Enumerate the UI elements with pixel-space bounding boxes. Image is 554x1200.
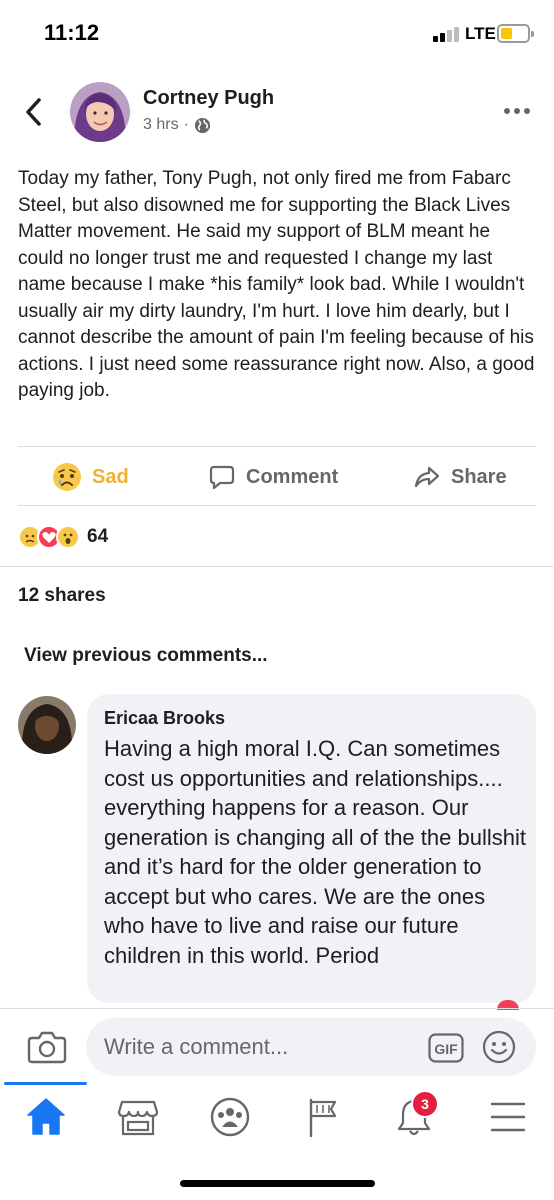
share-icon — [414, 466, 440, 488]
sad-label: Sad — [92, 465, 129, 488]
commenter-avatar[interactable] — [18, 696, 76, 754]
nav-menu[interactable] — [483, 1094, 533, 1140]
post-meta: 3 hrs · — [143, 116, 211, 134]
nav-marketplace[interactable] — [113, 1094, 163, 1140]
network-type: LTE — [465, 24, 496, 43]
reaction-count: 64 — [87, 526, 109, 547]
comment-input[interactable] — [104, 1018, 404, 1076]
menu-icon — [490, 1102, 526, 1132]
share-label: Share — [451, 465, 507, 488]
gif-button[interactable]: GIF — [428, 1033, 464, 1063]
comment-composer[interactable]: GIF — [86, 1018, 536, 1076]
post-body: Today my father, Tony Pugh, not only fir… — [18, 168, 535, 401]
gif-label: GIF — [434, 1041, 458, 1057]
back-button[interactable] — [20, 94, 50, 130]
notifications-badge: 3 — [411, 1090, 439, 1118]
post-time[interactable]: 3 hrs — [143, 116, 179, 134]
status-time: 11:12 — [44, 20, 100, 45]
commenter-name[interactable]: Ericaa Brooks — [104, 708, 225, 729]
home-icon — [27, 1098, 65, 1135]
meta-separator: · — [183, 116, 189, 133]
author-avatar[interactable] — [70, 82, 130, 142]
divider — [18, 505, 536, 506]
view-previous-comments-link[interactable]: View previous comments... — [24, 645, 268, 667]
comment-label: Comment — [246, 465, 339, 488]
divider — [0, 566, 554, 567]
divider — [0, 1008, 554, 1009]
emoji-button[interactable] — [482, 1030, 516, 1064]
status-bar: 11:12 LTE — [0, 0, 554, 70]
sad-reaction-button[interactable]: Sad — [52, 458, 129, 496]
smiley-icon — [482, 1030, 516, 1064]
active-tab-indicator — [4, 1082, 87, 1085]
chevron-left-icon — [26, 98, 41, 126]
nav-home[interactable] — [21, 1094, 71, 1140]
groups-icon — [210, 1097, 250, 1137]
camera-icon — [27, 1031, 67, 1064]
marketplace-icon — [117, 1100, 159, 1136]
sad-face-icon — [53, 463, 81, 491]
nav-groups[interactable] — [205, 1094, 255, 1140]
comment-icon — [209, 465, 235, 490]
comment-bubble[interactable]: Ericaa Brooks Having a high moral I.Q. C… — [87, 694, 536, 1003]
signal-strength-icon — [433, 26, 461, 42]
nav-notifications[interactable]: 3 — [389, 1090, 439, 1140]
share-button[interactable]: Share — [413, 458, 507, 496]
divider — [18, 446, 536, 447]
reaction-summary[interactable]: 64 — [18, 524, 108, 550]
flag-icon — [309, 1098, 337, 1138]
shares-count[interactable]: 12 shares — [18, 585, 106, 607]
globe-icon — [194, 117, 210, 133]
comment-button[interactable]: Comment — [208, 458, 338, 496]
battery-icon — [497, 24, 534, 43]
camera-button[interactable] — [27, 1030, 67, 1064]
nav-pages[interactable] — [298, 1094, 348, 1140]
comment-text: Having a high moral I.Q. Can sometimes c… — [104, 736, 526, 968]
post-author-name[interactable]: Cortney Pugh — [143, 87, 274, 110]
home-indicator — [180, 1180, 375, 1187]
more-options-button[interactable] — [500, 104, 536, 120]
wow-reaction-icon — [56, 525, 80, 549]
